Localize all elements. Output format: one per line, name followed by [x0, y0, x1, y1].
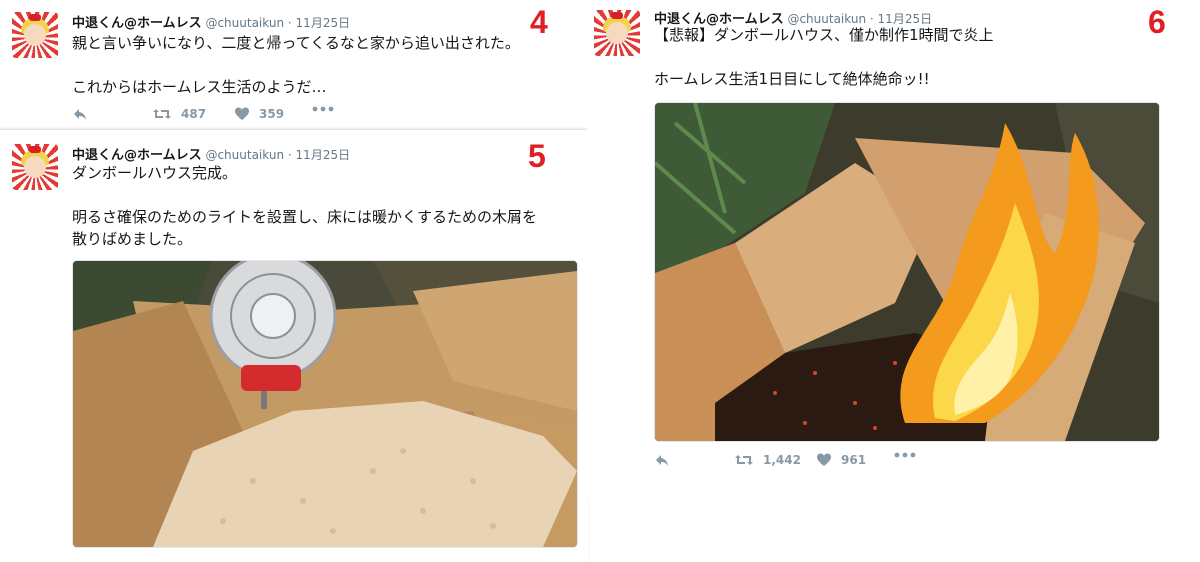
retweet-button[interactable]: 1,442	[734, 452, 801, 468]
user-handle[interactable]: @chuutaikun	[205, 16, 284, 30]
reply-button[interactable]	[654, 452, 670, 468]
retweet-icon	[153, 109, 171, 119]
heart-icon	[817, 453, 831, 466]
tweet-date[interactable]: 11月25日	[296, 148, 351, 162]
avatar[interactable]	[594, 10, 640, 56]
like-count: 359	[259, 107, 285, 121]
like-button[interactable]: 359	[234, 106, 284, 122]
retweet-count: 487	[181, 107, 207, 121]
tweet-text: 親と言い争いになり、二度と帰ってくるなと家から追い出された。 これからはホームレ…	[72, 34, 520, 96]
separator-dot: ·	[287, 16, 292, 30]
tweet-actions: 1,442 961	[654, 452, 974, 472]
tweet-text: 【悲報】ダンボールハウス、僅か制作1時間で炎上 ホームレス生活1日目にして絶体絶…	[654, 26, 994, 88]
reply-button[interactable]	[72, 106, 88, 122]
tweet-date[interactable]: 11月25日	[296, 16, 351, 30]
more-icon	[312, 106, 334, 112]
tweet-actions: 487 359	[72, 106, 372, 126]
separator-dot: ·	[287, 148, 292, 162]
user-handle[interactable]: @chuutaikun	[205, 148, 284, 162]
user-name[interactable]: 中退くん@ホームレス	[72, 16, 202, 31]
retweet-button[interactable]: 487	[152, 106, 206, 122]
tweet-4: 中退くん@ホームレス @chuutaikun · 11月25日 4 親と言い争い…	[0, 0, 588, 128]
more-button[interactable]	[312, 106, 334, 112]
tweet-header: 中退くん@ホームレス @chuutaikun · 11月25日	[72, 144, 350, 163]
tweet-5: 中退くん@ホームレス @chuutaikun · 11月25日 5 ダンボールハ…	[0, 130, 588, 562]
avatar[interactable]	[12, 12, 58, 58]
like-button[interactable]: 961	[816, 452, 866, 468]
tweet-photo[interactable]	[654, 102, 1160, 442]
more-icon	[894, 452, 916, 458]
more-button[interactable]	[894, 452, 916, 458]
tweet-header: 中退くん@ホームレス @chuutaikun · 11月25日	[72, 12, 350, 31]
avatar[interactable]	[12, 144, 58, 190]
retweet-icon	[735, 455, 753, 465]
like-count: 961	[841, 453, 867, 467]
heart-icon	[235, 107, 249, 120]
retweet-count: 1,442	[763, 453, 801, 467]
tweet-photo[interactable]	[72, 260, 578, 548]
user-name[interactable]: 中退くん@ホームレス	[72, 148, 202, 163]
reply-icon	[656, 455, 668, 466]
reply-icon	[74, 109, 86, 120]
tweet-text: ダンボールハウス完成。 明るさ確保のためのライトを設置し、床には暖かくするための…	[72, 164, 538, 248]
